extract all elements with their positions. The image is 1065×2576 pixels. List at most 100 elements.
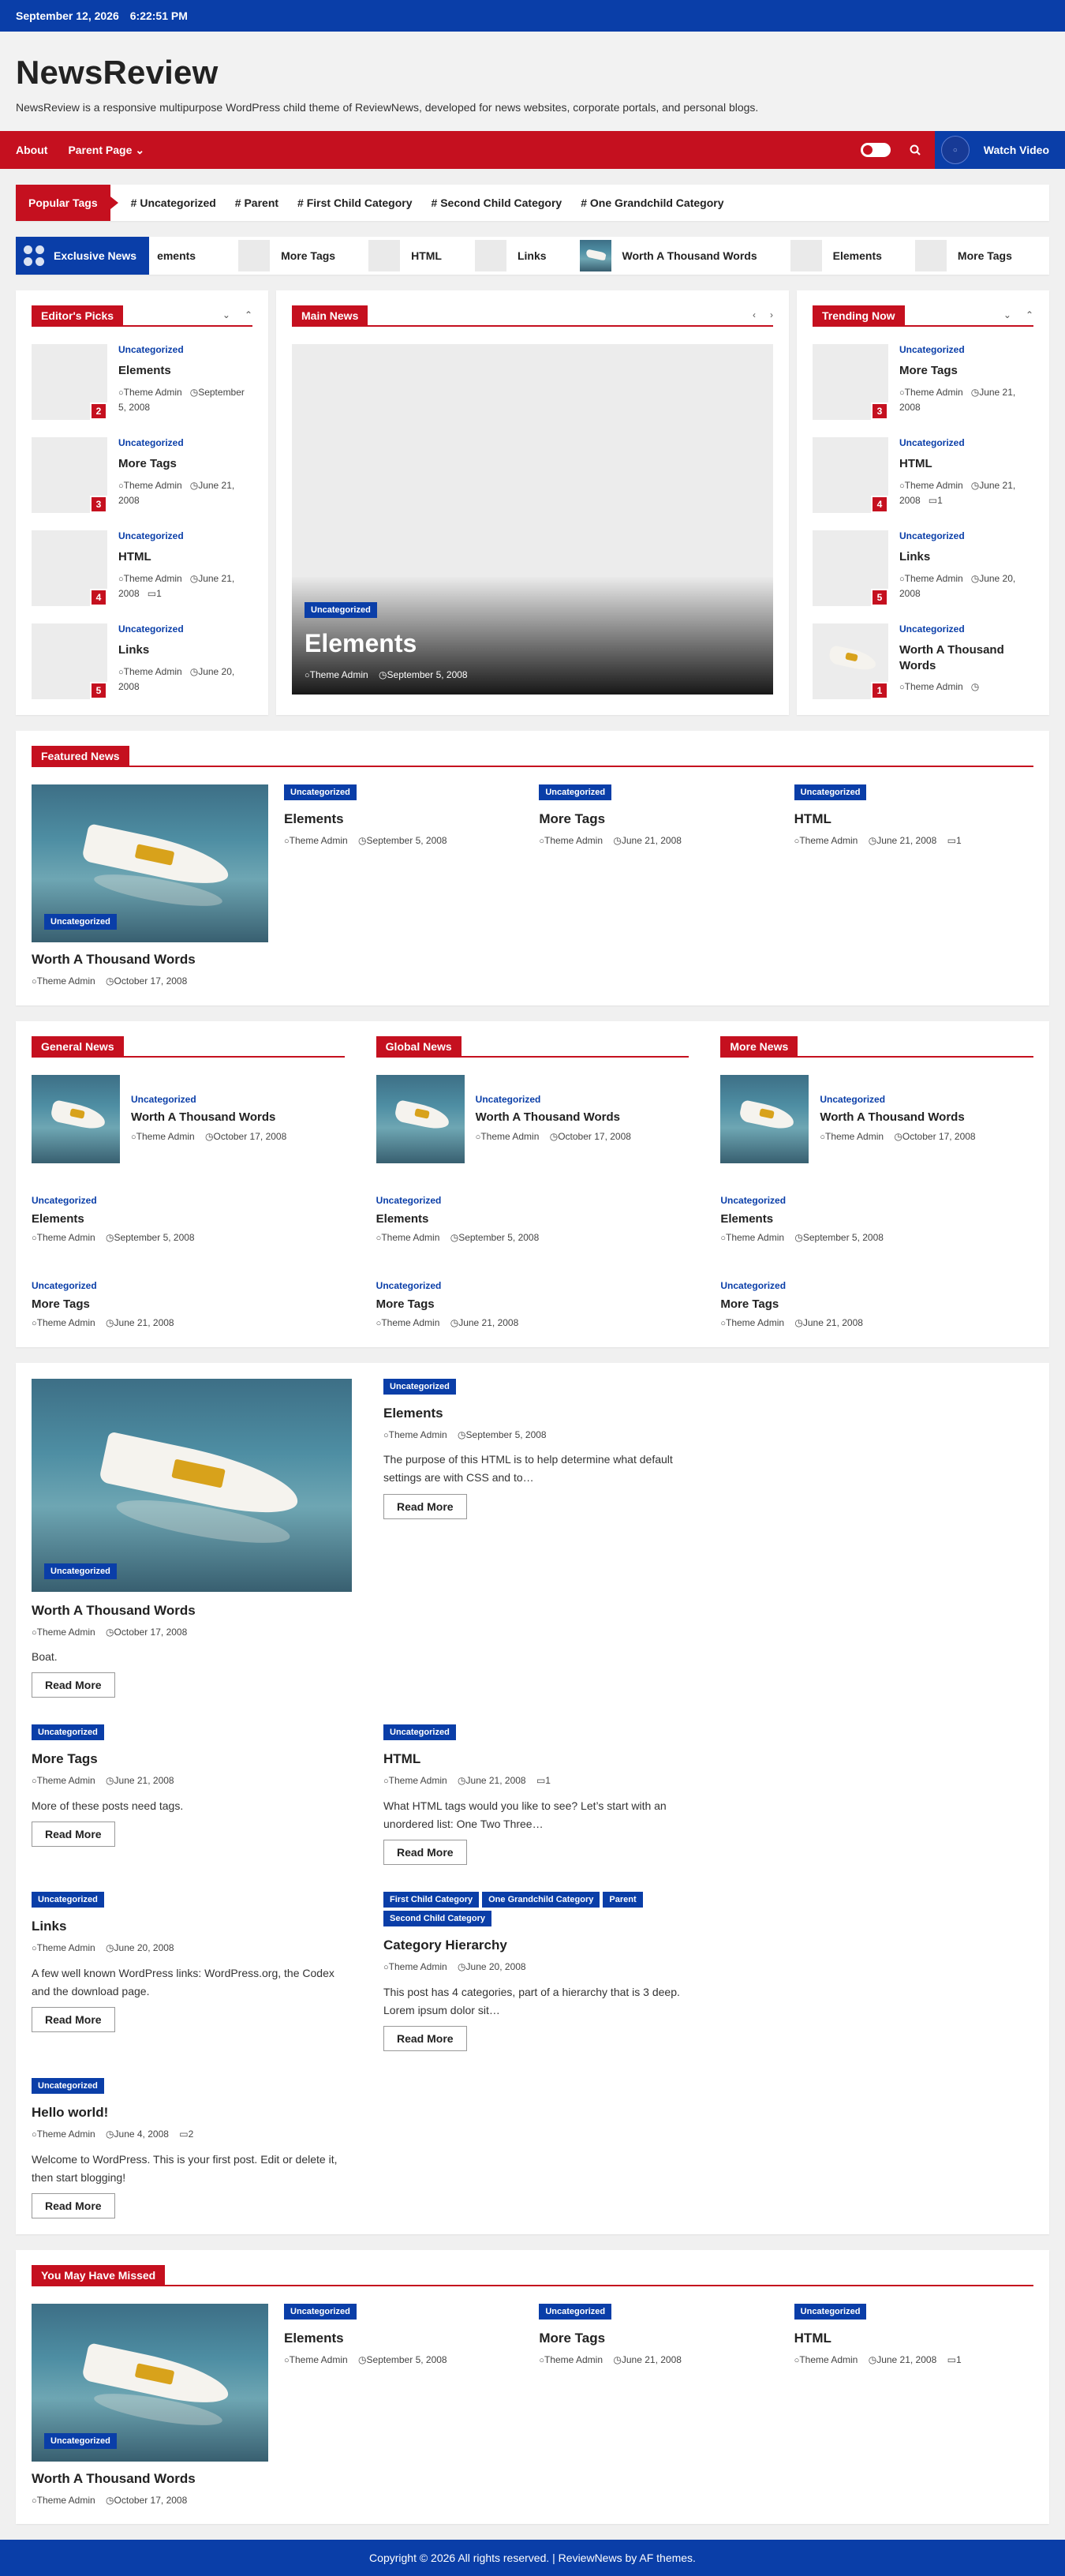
post-title[interactable]: More Tags: [32, 1297, 345, 1311]
category-link[interactable]: Uncategorized: [820, 1094, 975, 1105]
category-badge[interactable]: Uncategorized: [305, 602, 377, 619]
category-link[interactable]: Uncategorized: [118, 437, 252, 448]
post-title[interactable]: HTML: [383, 1751, 704, 1767]
list-item[interactable]: 3 Uncategorized More Tags Theme Admin Jun…: [32, 437, 252, 513]
category-link[interactable]: Uncategorized: [899, 437, 1033, 448]
category-badge[interactable]: Uncategorized: [284, 784, 357, 800]
category-badge[interactable]: Second Child Category: [383, 1911, 492, 1927]
author-link[interactable]: Theme Admin: [376, 1232, 440, 1243]
post-thumbnail[interactable]: [376, 1074, 465, 1163]
category-badge[interactable]: Uncategorized: [284, 2303, 357, 2320]
post-title[interactable]: Worth A Thousand Words: [476, 1110, 631, 1125]
post-title[interactable]: HTML: [899, 456, 1033, 472]
chevron-left-icon[interactable]: ‹: [753, 309, 756, 320]
read-more-button[interactable]: Read More: [383, 2026, 467, 2052]
ticker-item[interactable]: Elements: [790, 240, 882, 271]
tag-link[interactable]: # Parent: [235, 197, 278, 209]
author-link[interactable]: Theme Admin: [118, 480, 182, 491]
post-title[interactable]: More Tags: [539, 2331, 778, 2346]
post-title[interactable]: Elements: [118, 363, 252, 379]
category-badge[interactable]: Uncategorized: [539, 2303, 612, 2320]
author-link[interactable]: Theme Admin: [539, 2354, 603, 2365]
author-link[interactable]: Theme Admin: [305, 669, 368, 680]
post-thumbnail[interactable]: 2: [32, 344, 107, 420]
category-badge[interactable]: Uncategorized: [44, 914, 117, 930]
post-thumbnail[interactable]: Uncategorized: [32, 2303, 268, 2462]
post-title[interactable]: Elements: [376, 1212, 689, 1226]
read-more-button[interactable]: Read More: [383, 1493, 467, 1519]
author-link[interactable]: Theme Admin: [32, 1232, 95, 1243]
post-title[interactable]: More Tags: [720, 1297, 1033, 1311]
category-badge[interactable]: Parent: [603, 1892, 643, 1908]
category-link[interactable]: Uncategorized: [899, 344, 1033, 355]
author-link[interactable]: Theme Admin: [794, 2354, 858, 2365]
list-item[interactable]: 3 Uncategorized More Tags Theme Admin Jun…: [813, 344, 1033, 420]
post-title[interactable]: HTML: [118, 549, 252, 565]
post-title[interactable]: Worth A Thousand Words: [899, 642, 1033, 673]
post-title[interactable]: Elements: [383, 1406, 704, 1421]
post-thumbnail[interactable]: 1: [813, 623, 888, 699]
chevron-right-icon[interactable]: ›: [770, 309, 773, 320]
comment-count[interactable]: 1: [947, 2354, 962, 2365]
post-thumbnail[interactable]: [720, 1074, 809, 1163]
post-title[interactable]: Links: [899, 549, 1033, 565]
author-link[interactable]: Theme Admin: [131, 1131, 195, 1142]
author-link[interactable]: Theme Admin: [720, 1317, 784, 1328]
comment-count[interactable]: 1: [929, 495, 943, 506]
chevron-up-icon[interactable]: ⌃: [1026, 309, 1033, 320]
nav-item-about[interactable]: About: [16, 144, 47, 156]
category-link[interactable]: Uncategorized: [118, 530, 252, 541]
post-title[interactable]: Hello world!: [32, 2105, 352, 2121]
read-more-button[interactable]: Read More: [32, 1672, 115, 1698]
category-link[interactable]: Uncategorized: [899, 623, 1033, 635]
post-title[interactable]: Worth A Thousand Words: [32, 952, 268, 968]
category-badge[interactable]: Uncategorized: [794, 784, 867, 800]
author-link[interactable]: Theme Admin: [383, 1961, 447, 1972]
author-link[interactable]: Theme Admin: [32, 1775, 95, 1786]
post-title[interactable]: More Tags: [376, 1297, 689, 1311]
post-title[interactable]: Worth A Thousand Words: [32, 2471, 268, 2487]
comment-count[interactable]: 1: [536, 1775, 551, 1786]
comment-count[interactable]: 1: [148, 588, 162, 599]
post-title[interactable]: Worth A Thousand Words: [131, 1110, 286, 1125]
category-badge[interactable]: Uncategorized: [383, 1378, 456, 1395]
post-title[interactable]: Links: [32, 1919, 352, 1934]
post-thumbnail[interactable]: 4: [813, 437, 888, 513]
post-title[interactable]: Worth A Thousand Words: [820, 1110, 975, 1125]
author-link[interactable]: Theme Admin: [284, 2354, 348, 2365]
category-badge[interactable]: Uncategorized: [383, 1724, 456, 1741]
tag-link[interactable]: # First Child Category: [297, 197, 412, 209]
list-item[interactable]: 5 Uncategorized Links Theme Admin June 20…: [32, 623, 252, 699]
category-link[interactable]: Uncategorized: [118, 623, 252, 635]
post-thumbnail[interactable]: 5: [32, 623, 107, 699]
post-title[interactable]: More Tags: [899, 363, 1033, 379]
post-title[interactable]: Elements: [284, 2331, 523, 2346]
category-badge[interactable]: First Child Category: [383, 1892, 480, 1908]
post-title[interactable]: Worth A Thousand Words: [32, 1603, 352, 1619]
author-link[interactable]: Theme Admin: [118, 573, 182, 584]
list-item[interactable]: 4 Uncategorized HTML Theme Admin June 21,…: [813, 437, 1033, 513]
tag-link[interactable]: # Second Child Category: [432, 197, 562, 209]
author-link[interactable]: Theme Admin: [899, 480, 963, 491]
list-item[interactable]: Uncategorized More Tags Theme Admin June 2…: [32, 1280, 345, 1331]
list-item[interactable]: Uncategorized Worth A Thousand Words Theme…: [376, 1074, 689, 1163]
search-icon[interactable]: [908, 143, 922, 157]
post-title[interactable]: More Tags: [118, 456, 252, 472]
post-title[interactable]: Elements: [284, 811, 523, 827]
list-item[interactable]: 5 Uncategorized Links Theme Admin June 20…: [813, 530, 1033, 606]
category-badge[interactable]: Uncategorized: [32, 1892, 104, 1908]
author-link[interactable]: Theme Admin: [376, 1317, 440, 1328]
category-link[interactable]: Uncategorized: [376, 1195, 689, 1206]
author-link[interactable]: Theme Admin: [899, 681, 963, 692]
category-link[interactable]: Uncategorized: [899, 530, 1033, 541]
category-link[interactable]: Uncategorized: [720, 1280, 1033, 1291]
comment-count[interactable]: 1: [947, 835, 962, 846]
author-link[interactable]: Theme Admin: [476, 1131, 540, 1142]
author-link[interactable]: Theme Admin: [383, 1775, 447, 1786]
author-link[interactable]: Theme Admin: [794, 835, 858, 846]
post-title[interactable]: Category Hierarchy: [383, 1938, 704, 1953]
author-link[interactable]: Theme Admin: [539, 835, 603, 846]
author-link[interactable]: Theme Admin: [820, 1131, 884, 1142]
tag-link[interactable]: # One Grandchild Category: [581, 197, 723, 209]
category-badge[interactable]: Uncategorized: [794, 2303, 867, 2320]
